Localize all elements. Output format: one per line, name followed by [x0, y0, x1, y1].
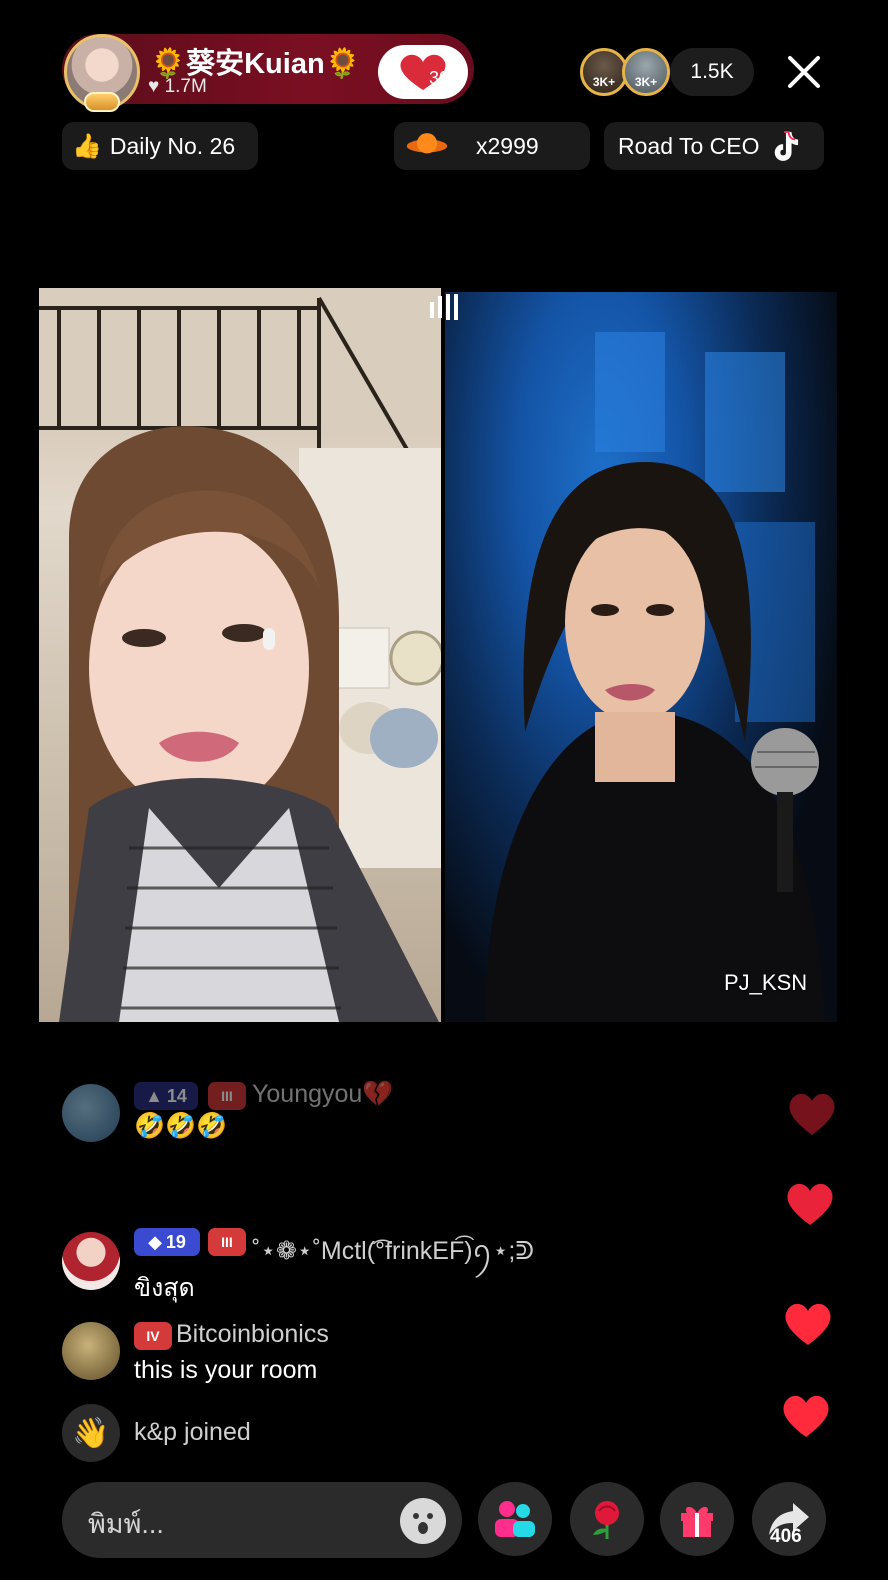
top-viewer-avatar-2[interactable]: 3K+ — [622, 48, 670, 96]
multi-guest-icon — [495, 1501, 535, 1537]
close-icon[interactable] — [782, 50, 826, 94]
gift-icon — [681, 1506, 713, 1537]
signal-icon — [430, 294, 458, 320]
heart-icon — [787, 1183, 833, 1225]
level-badge: ◆ 19 — [134, 1228, 200, 1256]
viewer-count[interactable]: 1.5K — [670, 48, 754, 96]
road-to-ceo-chip[interactable]: Road To CEO — [604, 122, 824, 170]
fan-club-badge: III — [208, 1228, 246, 1256]
fan-heart-icon: 30 — [400, 54, 449, 90]
gift-counter-chip[interactable]: x2999 — [394, 122, 590, 170]
host-likes: ♥ 1.7M — [148, 76, 207, 98]
guest-video-feed[interactable] — [445, 292, 837, 1022]
emoji-face — [413, 1513, 433, 1534]
comment-text: 🤣🤣🤣 — [134, 1112, 228, 1140]
host-rank-badge — [84, 92, 120, 112]
heart-icon — [783, 1395, 829, 1437]
fan-badge-count: 30 — [429, 68, 449, 88]
comment-avatar[interactable] — [62, 1322, 120, 1380]
comment-text: this is your room — [134, 1356, 318, 1384]
multi-guest-button[interactable] — [478, 1482, 552, 1556]
comment-username[interactable]: Youngyou💔 — [252, 1080, 393, 1109]
comment-avatar[interactable] — [62, 1232, 120, 1290]
heart-icon — [789, 1093, 835, 1135]
host-likes-count: 1.7M — [164, 76, 207, 97]
comment-text: ขิงสุด — [134, 1274, 195, 1302]
rose-icon — [593, 1501, 619, 1539]
heart-icon — [785, 1303, 831, 1345]
rose-gift-button[interactable] — [570, 1482, 644, 1556]
share-count: 406 — [770, 1526, 802, 1547]
host-video-feed[interactable] — [39, 288, 441, 1022]
top-viewer-avatar-1[interactable]: 3K+ — [580, 48, 628, 96]
gift-count: x2999 — [476, 132, 539, 159]
road-label: Road To CEO — [618, 132, 760, 159]
tiktok-icon — [775, 131, 799, 161]
gift-button[interactable] — [660, 1482, 734, 1556]
heart-small-icon: ♥ — [148, 76, 160, 97]
planet-icon — [406, 133, 448, 154]
flame-icon: 👍 — [72, 132, 102, 160]
comment-avatar[interactable] — [62, 1084, 120, 1142]
host-video-frame — [39, 288, 441, 1022]
level-triangle-icon: ▲ — [145, 1085, 163, 1106]
level-diamond-icon: ◆ — [148, 1231, 162, 1252]
daily-rank-chip[interactable]: 👍 Daily No. 26 — [62, 122, 258, 170]
joined-label: joined — [184, 1418, 251, 1446]
guest-video-frame — [485, 332, 825, 1022]
emoji-icon[interactable] — [400, 1498, 446, 1544]
level-badge: ▲ 14 — [134, 1082, 198, 1110]
guest-name[interactable]: PJ_KSN — [724, 970, 807, 996]
follow-button[interactable]: 30 — [378, 45, 468, 99]
fan-club-badge: IV — [134, 1322, 172, 1350]
wave-icon: 👋 — [62, 1404, 120, 1462]
comment-input-placeholder[interactable]: พิมพ์... — [88, 1502, 164, 1545]
joined-username[interactable]: k&p — [134, 1418, 177, 1446]
comment-username[interactable]: ˚⋆❁⋆˚Mctl(͡°frinkEF͡)ꪆ⋆;ᕲ — [252, 1226, 534, 1279]
daily-rank-label: Daily No. 26 — [109, 132, 236, 159]
fan-club-badge: III — [208, 1082, 246, 1110]
join-notice: k&p joined — [134, 1418, 251, 1447]
comment-username[interactable]: Bitcoinbionics — [176, 1320, 329, 1349]
